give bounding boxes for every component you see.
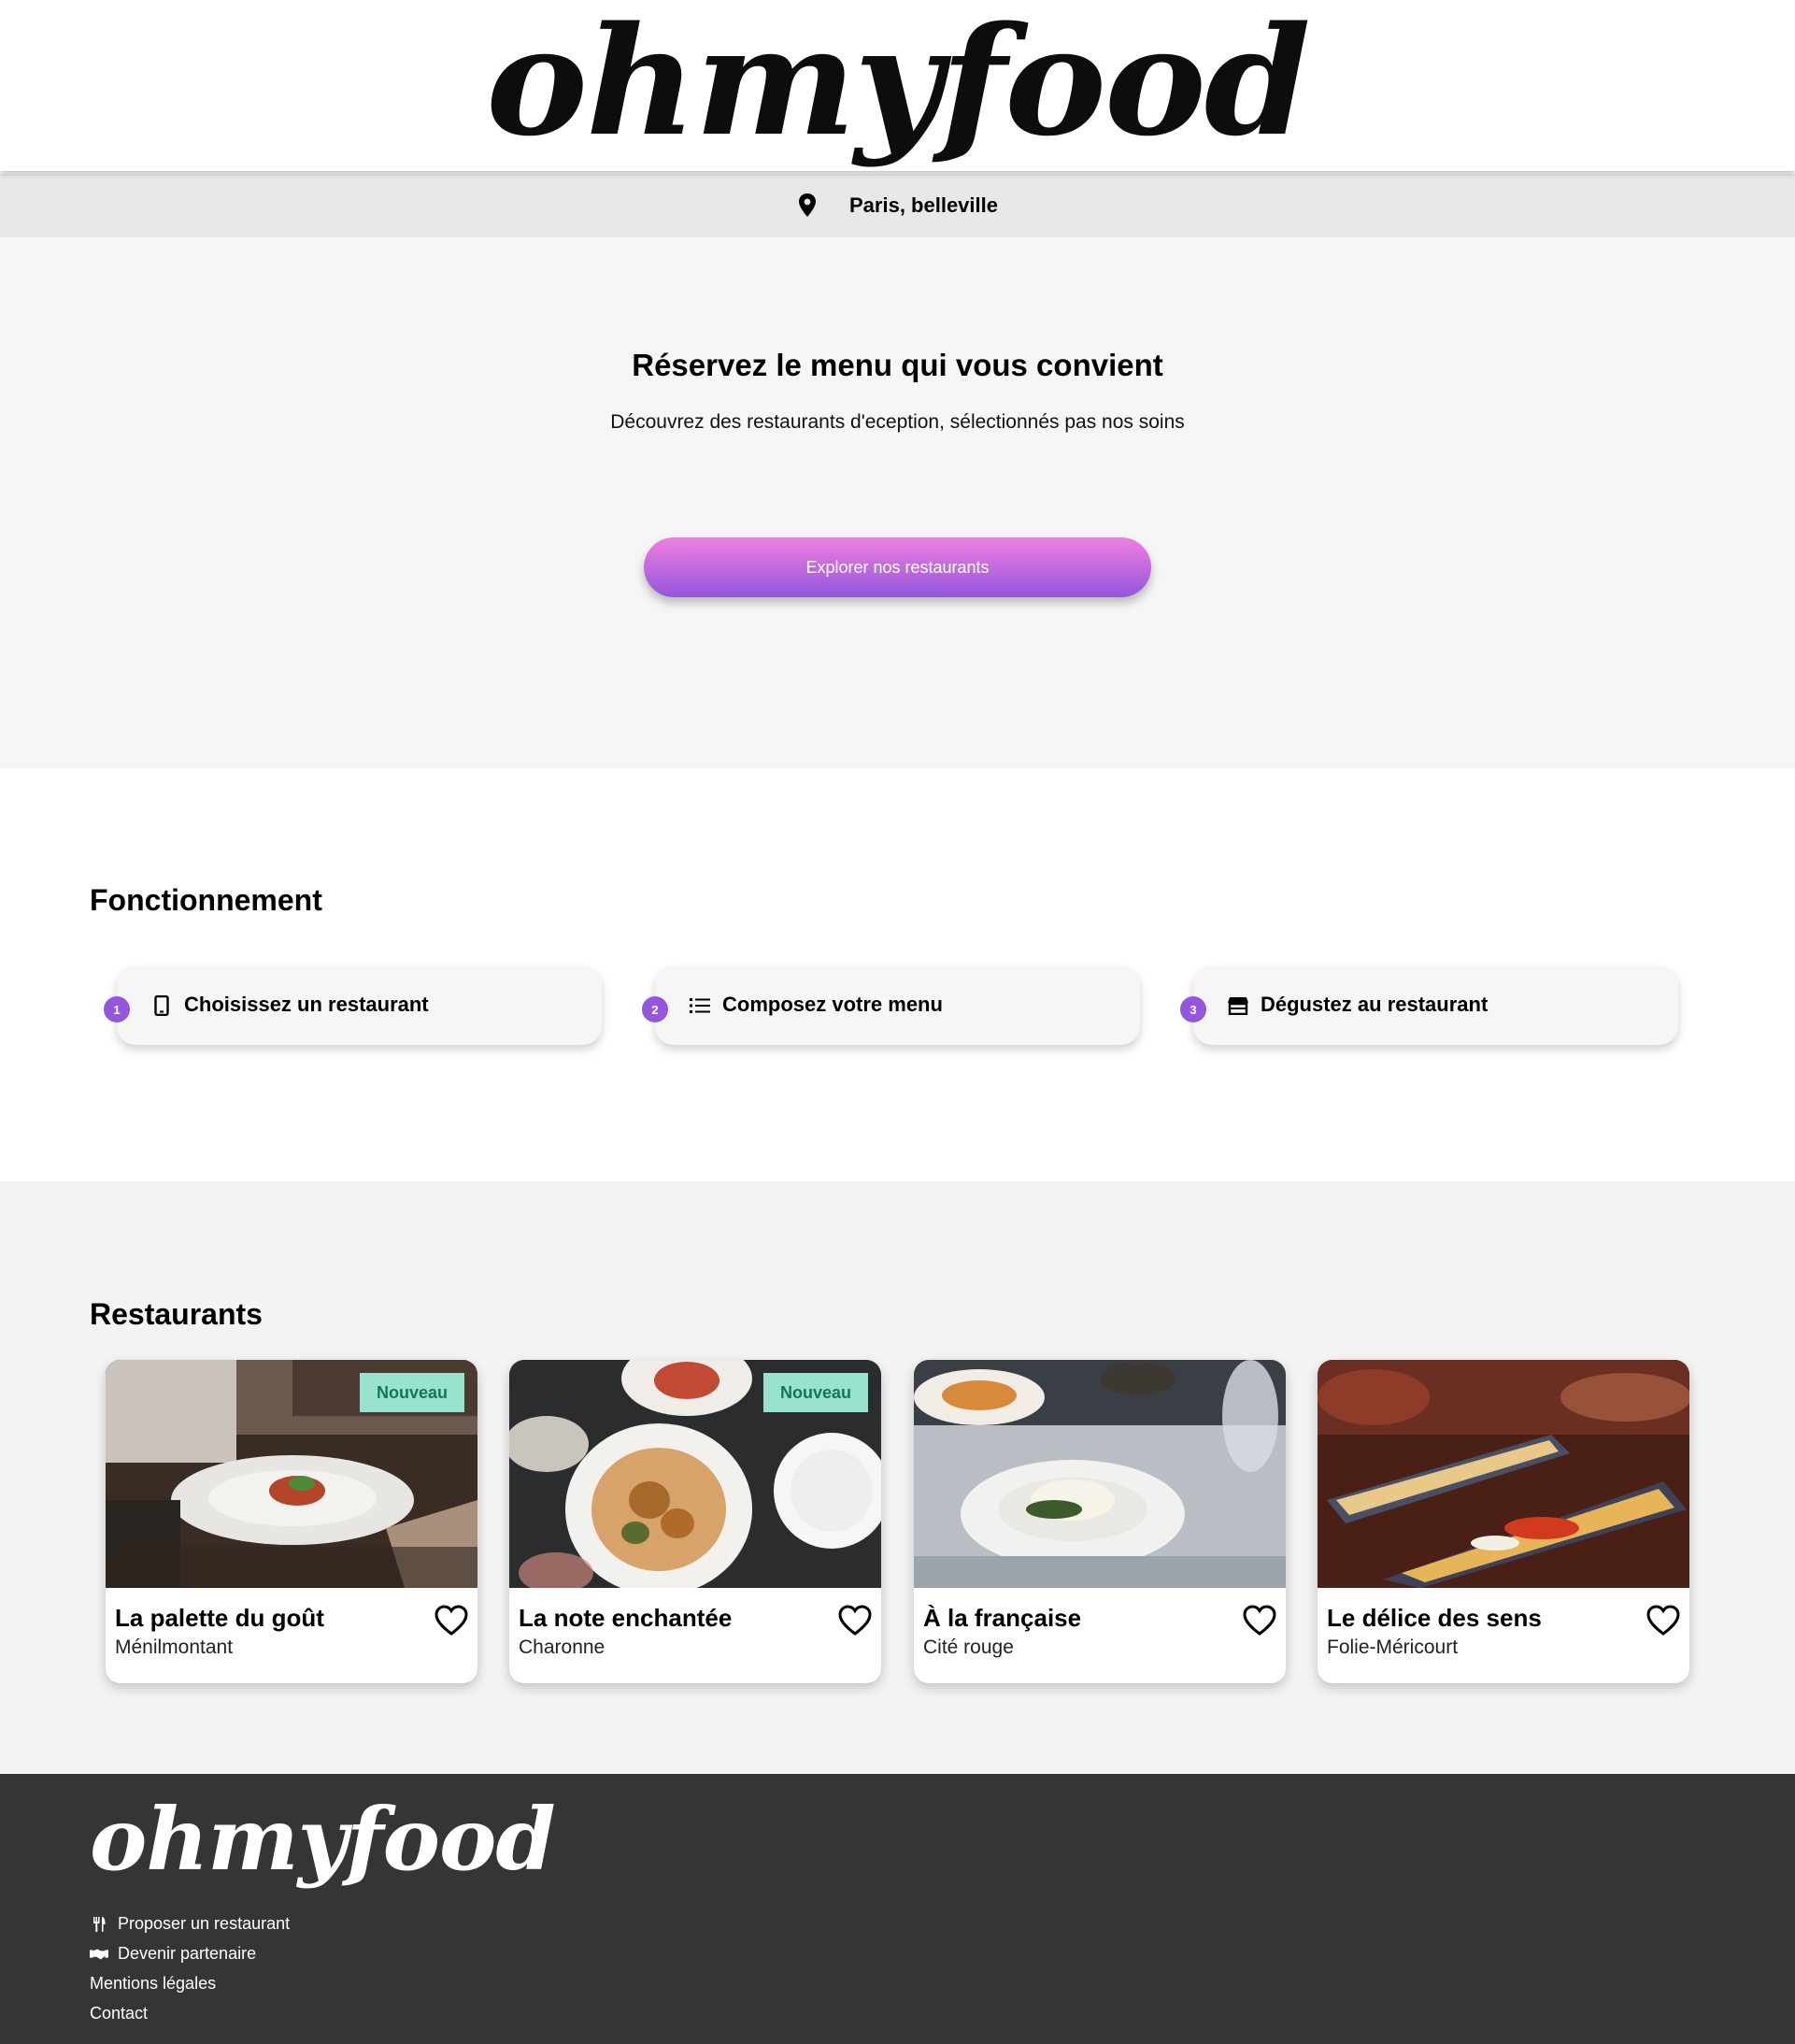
new-badge: Nouveau <box>360 1373 464 1412</box>
list-icon <box>689 994 711 1017</box>
restaurant-photo <box>1318 1360 1689 1588</box>
restaurant-name: À la française <box>923 1604 1082 1632</box>
new-badge: Nouveau <box>763 1373 868 1412</box>
heart-outline-icon[interactable] <box>1646 1605 1680 1637</box>
footer-link-label: Proposer un restaurant <box>118 1914 291 1933</box>
store-icon <box>1227 994 1249 1017</box>
restaurant-card[interactable]: Le délice des sens Folie-Méricourt <box>1318 1360 1689 1683</box>
location-text: Paris, belleville <box>849 193 998 217</box>
map-pin-icon <box>797 193 818 219</box>
footer-link-contact[interactable]: Contact <box>90 2004 148 2023</box>
restaurants-section: Restaurants Nouveau La palette du goût M… <box>0 1181 1795 1774</box>
site-footer: ohmyfood Proposer un restaurant Devenir … <box>0 1774 1795 2044</box>
restaurant-area: Ménilmontant <box>115 1637 234 1658</box>
heart-outline-icon[interactable] <box>435 1605 468 1637</box>
restaurant-photo: Nouveau <box>106 1360 477 1588</box>
step-card-1: 1 Choisissez un restaurant <box>104 966 602 1045</box>
site-logo[interactable]: ohmyfood <box>0 0 1795 170</box>
restaurant-name: La palette du goût <box>115 1604 324 1632</box>
restaurant-name: La note enchantée <box>519 1604 733 1632</box>
footer-link-propose-restaurant[interactable]: Proposer un restaurant <box>90 1914 290 1934</box>
footer-link-legal[interactable]: Mentions légales <box>90 1974 216 1994</box>
step-card-3: 3 Dégustez au restaurant <box>1180 966 1678 1045</box>
restaurant-card[interactable]: Nouveau La palette du goût Ménilmontant <box>106 1360 477 1683</box>
how-it-works-section: Fonctionnement 1 Choisissez un restauran… <box>0 768 1795 1181</box>
location-bar: Paris, belleville <box>0 174 1795 237</box>
utensils-icon <box>90 1916 108 1933</box>
how-it-works-title: Fonctionnement <box>90 883 322 917</box>
restaurant-card[interactable]: À la française Cité rouge <box>914 1360 1286 1683</box>
restaurant-card[interactable]: Nouveau La note enchantée Charonne <box>509 1360 881 1683</box>
site-header: ohmyfood <box>0 0 1795 171</box>
step-card-2: 2 Composez votre menu <box>642 966 1140 1045</box>
hero-subtitle: Découvrez des restaurants d'eception, sé… <box>610 411 1185 433</box>
step-number-badge: 2 <box>642 996 668 1022</box>
restaurants-title: Restaurants <box>90 1297 263 1331</box>
step-number-badge: 1 <box>104 996 130 1022</box>
footer-link-become-partner[interactable]: Devenir partenaire <box>90 1944 256 1964</box>
restaurant-photo <box>914 1360 1286 1588</box>
hero-section: Réservez le menu qui vous convient Décou… <box>0 237 1795 768</box>
restaurant-area: Cité rouge <box>923 1637 1014 1658</box>
footer-link-label: Devenir partenaire <box>118 1944 257 1963</box>
restaurant-area: Folie-Méricourt <box>1327 1637 1459 1658</box>
handshake-icon <box>90 1946 108 1963</box>
restaurant-area: Charonne <box>519 1637 605 1658</box>
footer-logo[interactable]: ohmyfood <box>90 1793 556 1886</box>
hero-title: Réservez le menu qui vous convient <box>632 348 1163 382</box>
step-label: Choisissez un restaurant <box>184 993 429 1016</box>
heart-outline-icon[interactable] <box>1243 1605 1276 1637</box>
explore-restaurants-button[interactable]: Explorer nos restaurants <box>644 537 1151 597</box>
step-label: Dégustez au restaurant <box>1261 993 1489 1016</box>
step-number-badge: 3 <box>1180 996 1206 1022</box>
restaurant-name: Le délice des sens <box>1327 1604 1542 1632</box>
restaurant-photo: Nouveau <box>509 1360 881 1588</box>
heart-outline-icon[interactable] <box>838 1605 872 1637</box>
mobile-phone-icon <box>150 994 173 1017</box>
step-label: Composez votre menu <box>722 993 943 1016</box>
